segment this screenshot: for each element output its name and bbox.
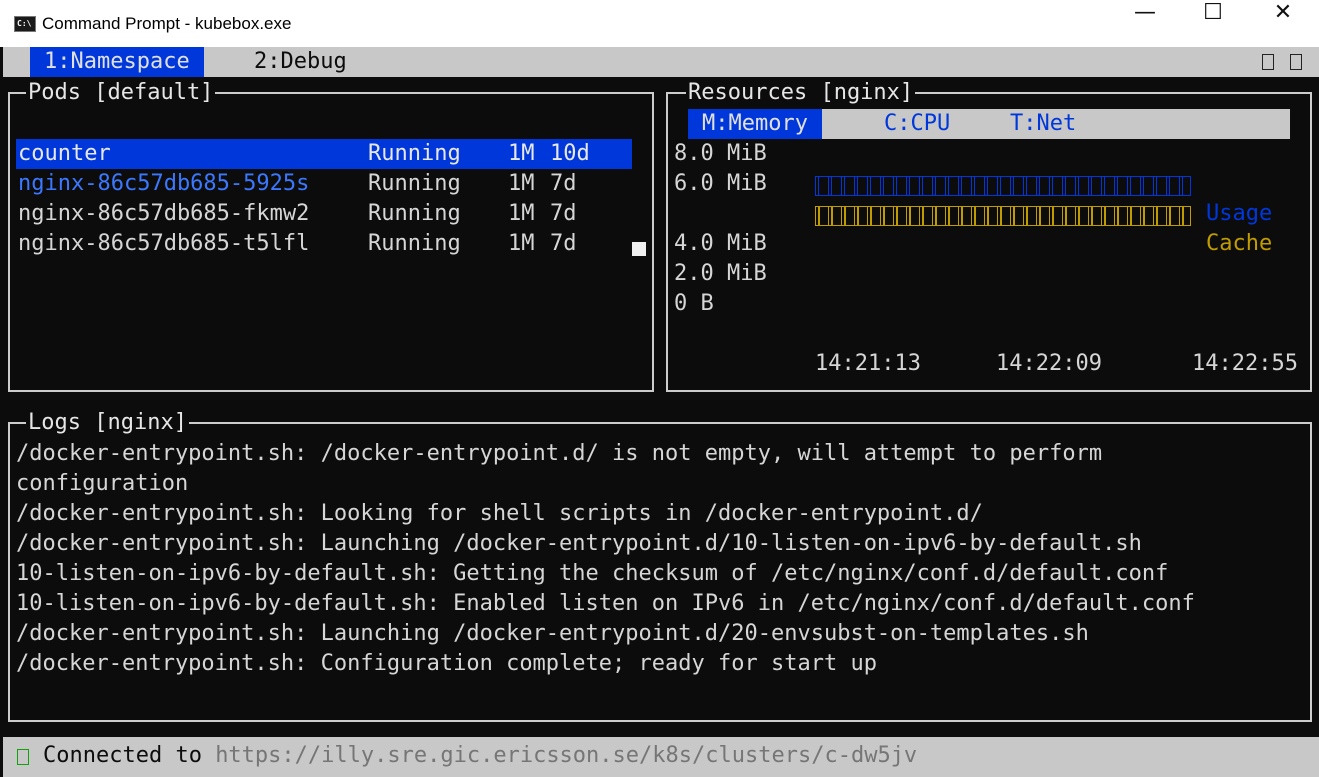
tab-cpu[interactable]: C:CPU (870, 109, 964, 139)
window-title: Command Prompt - kubebox.exe (42, 14, 292, 33)
y-axis-label: 0 B (674, 291, 714, 316)
status-prefix: Connected to (43, 743, 216, 768)
pod-status: Running (368, 201, 461, 226)
pod-row[interactable]: counter Running 1M 10d (16, 139, 632, 169)
log-line: 10-listen-on-ipv6-by-default.sh: Getting… (16, 561, 1169, 586)
unknown-glyph-icon (1290, 54, 1302, 70)
resource-tab-bar: M:Memory C:CPU T:Net (688, 109, 1290, 139)
window-titlebar: C:\ Command Prompt - kubebox.exe — ☐ ✕ (0, 0, 1319, 47)
log-line: /docker-entrypoint.sh: /docker-entrypoin… (16, 441, 1103, 466)
cluster-url[interactable]: https://illy.sre.gic.ericsson.se/k8s/clu… (215, 743, 917, 768)
y-axis-label: 2.0 MiB (674, 261, 767, 286)
pod-row[interactable]: nginx-86c57db685-fkmw2 Running 1M 7d (16, 199, 632, 229)
pod-age: 7d (550, 201, 577, 226)
pod-name: nginx-86c57db685-fkmw2 (18, 201, 310, 226)
resources-panel-title: Resources [nginx] (686, 78, 916, 108)
logs-panel-title: Logs [nginx] (26, 408, 189, 438)
status-text: Connected to https://illy.sre.gic.ericss… (43, 741, 917, 771)
unknown-glyph-icon (1262, 54, 1274, 70)
x-axis-label: 14:22:09 (996, 351, 1102, 376)
log-line: /docker-entrypoint.sh: Launching /docker… (16, 531, 1142, 556)
pod-age: 7d (550, 171, 577, 196)
pod-ready: 1M (508, 171, 535, 196)
x-axis-label: 14:22:55 (1192, 351, 1298, 376)
minimize-button[interactable]: — (1115, 0, 1175, 47)
tab-debug[interactable]: 2:Debug (240, 47, 361, 77)
scrollbar-thumb[interactable] (632, 242, 646, 256)
pod-status: Running (368, 231, 461, 256)
tab-net[interactable]: T:Net (996, 109, 1090, 139)
status-bar: Connected to https://illy.sre.gic.ericss… (3, 737, 1319, 777)
pod-row[interactable]: nginx-86c57db685-5925s Running 1M 7d (16, 169, 632, 199)
pods-panel-title: Pods [default] (26, 78, 216, 108)
connection-icon (17, 749, 29, 765)
legend-cache: Cache (1206, 231, 1273, 256)
legend-usage: Usage (1206, 201, 1273, 226)
pod-age: 7d (550, 231, 577, 256)
y-axis-label: 4.0 MiB (674, 231, 767, 256)
pod-ready: 1M (508, 141, 535, 166)
pod-name: nginx-86c57db685-t5lfl (18, 231, 310, 256)
y-axis-label: 8.0 MiB (674, 141, 767, 166)
pod-ready: 1M (508, 201, 535, 226)
tab-bar: 1:Namespace 2:Debug (3, 47, 1319, 77)
cache-series-bar (815, 206, 1191, 226)
log-line: /docker-entrypoint.sh: Launching /docker… (16, 621, 1089, 646)
command-prompt-icon: C:\ (14, 16, 36, 32)
resources-panel: Resources [nginx] M:Memory C:CPU T:Net 8… (666, 78, 1312, 392)
usage-series-bar (815, 176, 1191, 196)
pod-name: counter (18, 141, 111, 166)
pod-status: Running (368, 171, 461, 196)
log-line: /docker-entrypoint.sh: Looking for shell… (16, 501, 983, 526)
log-line: /docker-entrypoint.sh: Configuration com… (16, 651, 877, 676)
tab-namespace[interactable]: 1:Namespace (30, 47, 204, 77)
maximize-button[interactable]: ☐ (1183, 0, 1243, 47)
logs-panel: Logs [nginx] /docker-entrypoint.sh: /doc… (8, 408, 1312, 722)
pod-age: 10d (550, 141, 590, 166)
tab-memory[interactable]: M:Memory (688, 109, 822, 139)
y-axis-label: 6.0 MiB (674, 171, 767, 196)
terminal: 1:Namespace 2:Debug Pods [default] count… (3, 47, 1319, 777)
pod-row[interactable]: nginx-86c57db685-t5lfl Running 1M 7d (16, 229, 632, 259)
pod-status: Running (368, 141, 461, 166)
pods-panel: Pods [default] counter Running 1M 10d ng… (8, 78, 654, 392)
pod-ready: 1M (508, 231, 535, 256)
close-button[interactable]: ✕ (1253, 0, 1313, 47)
pod-name: nginx-86c57db685-5925s (18, 171, 310, 196)
x-axis-label: 14:21:13 (815, 351, 921, 376)
log-line: 10-listen-on-ipv6-by-default.sh: Enabled… (16, 591, 1195, 616)
log-line: configuration (16, 471, 189, 496)
